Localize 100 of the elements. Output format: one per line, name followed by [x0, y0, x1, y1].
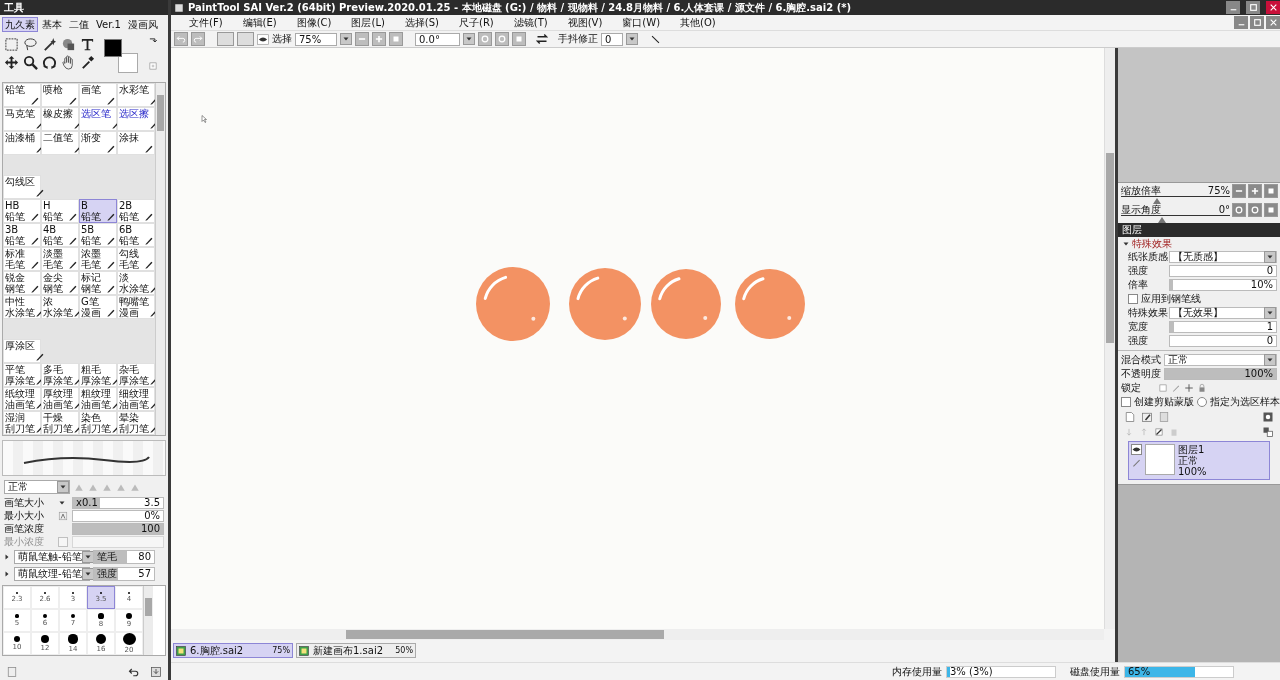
undo-button[interactable] [174, 32, 188, 46]
scrollbar[interactable] [155, 83, 165, 435]
menu-item[interactable]: 编辑(E) [232, 15, 287, 30]
dropdown-button[interactable] [626, 33, 638, 45]
dropdown-button[interactable] [57, 481, 69, 493]
brush-slot[interactable]: 晕染 刮刀笔 [117, 411, 155, 435]
reset-button[interactable] [1264, 203, 1278, 217]
texture-slider[interactable]: 笔毛 80 [93, 549, 155, 564]
brush-slot[interactable]: 2B 铅笔 [117, 199, 155, 223]
reset-button[interactable] [1264, 184, 1278, 198]
dropdown-button[interactable] [81, 550, 94, 563]
brush-slot[interactable]: 标准 毛笔 [3, 247, 41, 271]
brush-slot[interactable]: 渐变 [79, 131, 117, 155]
dropdown-button[interactable] [463, 33, 475, 45]
brush-slot[interactable]: 纸纹理 油画笔 [3, 387, 41, 411]
dropdown-button[interactable] [1264, 306, 1276, 319]
brush-slot[interactable]: 杂毛 厚涂笔 [117, 363, 155, 387]
minus-button[interactable] [355, 32, 369, 46]
brush-slot[interactable]: 选区擦 [117, 107, 155, 131]
brush-slot[interactable]: G笔 漫画 [79, 295, 117, 319]
menu-item[interactable]: 选择(S) [394, 15, 449, 30]
brush-slot[interactable]: 淡墨 毛笔 [41, 247, 79, 271]
checkbox[interactable] [1128, 293, 1138, 304]
brush-slot[interactable]: 粗纹理 油画笔 [79, 387, 117, 411]
menu-item[interactable]: 视图(V) [557, 15, 613, 30]
brush-slot[interactable]: 油漆桶 [3, 131, 41, 155]
brush-slot[interactable]: H 铅笔 [41, 199, 79, 223]
toolbar-button[interactable] [237, 32, 254, 46]
dropdown-button[interactable] [81, 567, 94, 580]
angle-field[interactable]: 0.0° [415, 32, 460, 46]
reset-button[interactable] [389, 32, 403, 46]
param-slider[interactable]: x0.1 3.5 [72, 496, 164, 509]
menu-item[interactable]: 窗口(W) [612, 15, 671, 30]
scrollbar[interactable] [1104, 48, 1115, 629]
brush-slot[interactable]: 6B 铅笔 [117, 223, 155, 247]
effect-select[interactable]: 【无效果】 [1169, 306, 1277, 319]
canvas[interactable] [171, 48, 1104, 629]
opacity-slider[interactable]: 100% [1164, 367, 1277, 380]
brush-slot[interactable]: 鸭嘴笔 漫画 [117, 295, 155, 319]
document-tab[interactable]: 新建画布1.sai2 50% [296, 643, 416, 658]
blend-mode-select[interactable]: 正常 [1164, 353, 1277, 366]
value-slider[interactable]: 0 [1169, 264, 1277, 277]
value-slider[interactable]: 0 [1169, 334, 1277, 347]
brush-slot[interactable]: 喷枪 [41, 83, 79, 107]
dropdown-button[interactable] [1264, 250, 1276, 263]
brush-slot[interactable]: 铅笔 [3, 83, 41, 107]
rotate-left-button[interactable] [478, 32, 492, 46]
brush-slot[interactable]: 涂抹 [117, 131, 155, 155]
rotate-left-button[interactable] [1232, 203, 1246, 217]
menu-item[interactable]: 尺子(R) [449, 15, 504, 30]
brush-slot[interactable]: 多毛 厚涂笔 [41, 363, 79, 387]
brush-slot[interactable]: 湿润 刮刀笔 [3, 411, 41, 435]
brush-slot[interactable]: 画笔 [79, 83, 117, 107]
dropdown-button[interactable] [340, 33, 352, 45]
maximize-button[interactable] [1250, 16, 1264, 29]
preset-tab[interactable]: 基本 [39, 17, 65, 32]
layer-item[interactable]: 图层1 正常 100% [1128, 441, 1270, 480]
brush-slot[interactable]: 勾线 毛笔 [117, 247, 155, 271]
visibility-toggle[interactable] [1131, 444, 1142, 455]
toolbar-button[interactable] [217, 32, 234, 46]
brush-slot[interactable]: 粗毛 厚涂笔 [79, 363, 117, 387]
brush-slot[interactable]: 厚纹理 油画笔 [41, 387, 79, 411]
dropdown-button[interactable] [1264, 353, 1276, 366]
menu-item[interactable]: 其他(O) [670, 15, 726, 30]
value-slider[interactable]: 10% [1169, 278, 1277, 291]
rotate-right-button[interactable] [1248, 203, 1262, 217]
minus-button[interactable] [1232, 184, 1246, 198]
plus-button[interactable] [372, 32, 386, 46]
brush-slot[interactable]: 浓墨 毛笔 [79, 247, 117, 271]
brush-slot[interactable]: 水彩笔 [117, 83, 155, 107]
value-slider[interactable]: 1 [1169, 320, 1277, 333]
menu-item[interactable]: 图层(L) [341, 15, 395, 30]
preset-tab[interactable]: 漫画风 [124, 17, 161, 32]
effects-toggle[interactable]: 特殊效果 [1118, 237, 1280, 250]
brush-slot[interactable]: 金尖 钢笔 [41, 271, 79, 295]
menu-item[interactable]: 文件(F) [179, 15, 233, 30]
preset-tab[interactable]: 九久素 [2, 17, 38, 32]
minimize-button[interactable] [1234, 16, 1248, 29]
blend-mode-select[interactable]: 正常 [4, 480, 70, 494]
secondary-color-swatch[interactable] [118, 53, 138, 73]
param-slider[interactable]: 0% [72, 509, 164, 522]
texture-select[interactable]: 萌鼠笔触-铅笔 [14, 549, 90, 564]
scrollbar[interactable] [143, 586, 153, 655]
brush-slot[interactable]: 马克笔 [3, 107, 41, 131]
brush-slot[interactable]: 浓 水涂笔 [41, 295, 79, 319]
redo-button[interactable] [191, 32, 205, 46]
document-tab[interactable]: 6.胸腔.sai2 75% [173, 643, 293, 658]
brush-slot[interactable]: 橡皮擦 [41, 107, 79, 131]
checkbox[interactable] [1121, 396, 1131, 407]
brush-slot[interactable]: HB 铅笔 [3, 199, 41, 223]
reset-button[interactable] [512, 32, 526, 46]
brush-slot[interactable]: 平笔 厚涂笔 [3, 363, 41, 387]
menu-item[interactable]: 图像(C) [286, 15, 342, 30]
plus-button[interactable] [1248, 184, 1262, 198]
preset-tab[interactable]: 二值 [66, 17, 92, 32]
brush-slot[interactable]: 干燥 刮刀笔 [41, 411, 79, 435]
brush-slot[interactable]: 中性 水涂笔 [3, 295, 41, 319]
slider-thumb[interactable] [1152, 198, 1161, 204]
stabilizer-field[interactable]: 0 [601, 32, 623, 46]
brush-slot[interactable]: 5B 铅笔 [79, 223, 117, 247]
